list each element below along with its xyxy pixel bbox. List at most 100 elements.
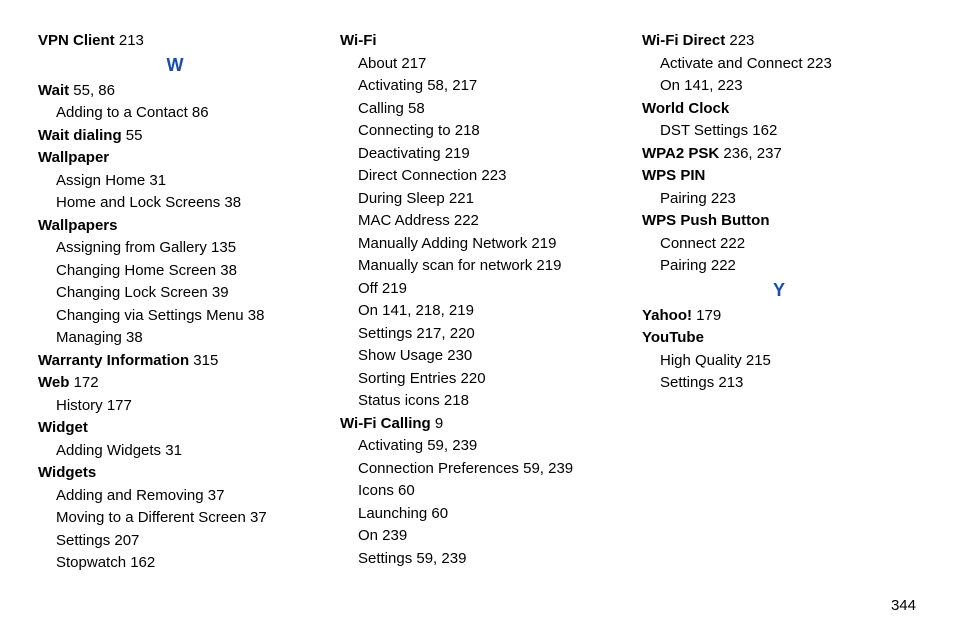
index-subentry: Moving to a Different Screen 37 (38, 507, 312, 530)
index-pages: 55 (122, 127, 143, 144)
index-sub-label: Connecting to (358, 122, 451, 139)
index-sub-label: Home and Lock Screens (56, 194, 220, 211)
index-subentry: Assigning from Gallery 135 (38, 237, 312, 260)
index-pages: 223 (725, 32, 754, 49)
index-pages: 59, 239 (412, 550, 466, 567)
index-subentry: Activate and Connect 223 (642, 53, 916, 76)
index-sub-label: Changing Home Screen (56, 262, 216, 279)
index-pages: 213 (115, 32, 144, 49)
index-term: World Clock (642, 100, 729, 117)
index-sub-label: Activate and Connect (660, 55, 803, 72)
index-subentry: Manually Adding Network 219 (340, 233, 614, 256)
index-pages: 239 (378, 527, 407, 544)
index-entry: Wait dialing 55 (38, 125, 312, 148)
index-pages: 217, 220 (412, 325, 475, 342)
index-sub-label: Pairing (660, 190, 707, 207)
index-sub-label: Adding to a Contact (56, 104, 188, 121)
index-sub-label: Sorting Entries (358, 370, 456, 387)
index-sub-label: On (358, 527, 378, 544)
index-pages: 219 (378, 280, 407, 297)
index-entry: Wi-Fi Calling 9 (340, 413, 614, 436)
index-term: Yahoo! (642, 307, 692, 324)
index-sub-label: MAC Address (358, 212, 450, 229)
index-pages: 37 (204, 487, 225, 504)
index-term: WPA2 PSK (642, 145, 719, 162)
index-subentry: Changing Home Screen 38 (38, 260, 312, 283)
index-pages: 179 (692, 307, 721, 324)
index-sub-label: Managing (56, 329, 122, 346)
index-subentry: About 217 (340, 53, 614, 76)
index-sub-label: Adding and Removing (56, 487, 204, 504)
index-subentry: High Quality 215 (642, 350, 916, 373)
index-column-3: Wi-Fi Direct 223 Activate and Connect 22… (642, 30, 916, 575)
index-sub-label: Status icons (358, 392, 440, 409)
index-subentry: Status icons 218 (340, 390, 614, 413)
index-entry: Wi-Fi (340, 30, 614, 53)
index-subentry: Settings 59, 239 (340, 548, 614, 571)
index-pages: 31 (145, 172, 166, 189)
index-entry: Wallpapers (38, 215, 312, 238)
index-pages: 215 (742, 352, 771, 369)
index-pages: 60 (394, 482, 415, 499)
index-subentry: Pairing 222 (642, 255, 916, 278)
index-pages: 223 (477, 167, 506, 184)
index-sub-label: Connect (660, 235, 716, 252)
index-term: Wallpaper (38, 149, 109, 166)
index-sub-label: Changing Lock Screen (56, 284, 208, 301)
index-term: WPS Push Button (642, 212, 770, 229)
index-subentry: Settings 213 (642, 372, 916, 395)
index-pages: 221 (445, 190, 474, 207)
index-subentry: Changing Lock Screen 39 (38, 282, 312, 305)
index-pages: 38 (216, 262, 237, 279)
index-subentry: Calling 58 (340, 98, 614, 121)
index-sub-label: Launching (358, 505, 427, 522)
index-subentry: On 239 (340, 525, 614, 548)
index-pages: 58 (404, 100, 425, 117)
index-pages: 86 (188, 104, 209, 121)
index-sub-label: Settings (56, 532, 110, 549)
index-term: Wait (38, 82, 69, 99)
index-sub-label: Calling (358, 100, 404, 117)
index-pages: 219 (527, 235, 556, 252)
index-subentry: Sorting Entries 220 (340, 368, 614, 391)
index-sub-label: Manually scan for network (358, 257, 532, 274)
index-sub-label: History (56, 397, 103, 414)
index-pages: 223 (707, 190, 736, 207)
index-term: Widgets (38, 464, 96, 481)
index-subentry: Home and Lock Screens 38 (38, 192, 312, 215)
index-pages: 59, 239 (519, 460, 573, 477)
index-subentry: During Sleep 221 (340, 188, 614, 211)
index-term: Wi-Fi Calling (340, 415, 431, 432)
index-term: YouTube (642, 329, 704, 346)
index-pages: 55, 86 (69, 82, 115, 99)
index-pages: 218 (440, 392, 469, 409)
index-pages: 59, 239 (423, 437, 477, 454)
index-subentry: Adding to a Contact 86 (38, 102, 312, 125)
section-letter-y: Y (642, 280, 916, 301)
index-entry: Widgets (38, 462, 312, 485)
index-column-2: Wi-Fi About 217 Activating 58, 217 Calli… (340, 30, 614, 575)
index-pages: 38 (220, 194, 241, 211)
section-letter-w: W (38, 55, 312, 76)
index-pages: 58, 217 (423, 77, 477, 94)
index-term: Widget (38, 419, 88, 436)
index-entry: Wi-Fi Direct 223 (642, 30, 916, 53)
index-pages: 218 (451, 122, 480, 139)
index-pages: 38 (122, 329, 143, 346)
index-sub-label: Assigning from Gallery (56, 239, 207, 256)
index-term: Wi-Fi (340, 32, 377, 49)
index-subentry: Settings 217, 220 (340, 323, 614, 346)
index-subentry: Icons 60 (340, 480, 614, 503)
index-subentry: Settings 207 (38, 530, 312, 553)
index-sub-label: Direct Connection (358, 167, 477, 184)
index-pages: 223 (803, 55, 832, 72)
index-term: Web (38, 374, 69, 391)
index-sub-label: Settings (660, 374, 714, 391)
index-subentry: DST Settings 162 (642, 120, 916, 143)
index-entry: Wait 55, 86 (38, 80, 312, 103)
index-sub-label: During Sleep (358, 190, 445, 207)
index-subentry: MAC Address 222 (340, 210, 614, 233)
index-sub-label: Assign Home (56, 172, 145, 189)
index-sub-label: Pairing (660, 257, 707, 274)
index-pages: 162 (126, 554, 155, 571)
